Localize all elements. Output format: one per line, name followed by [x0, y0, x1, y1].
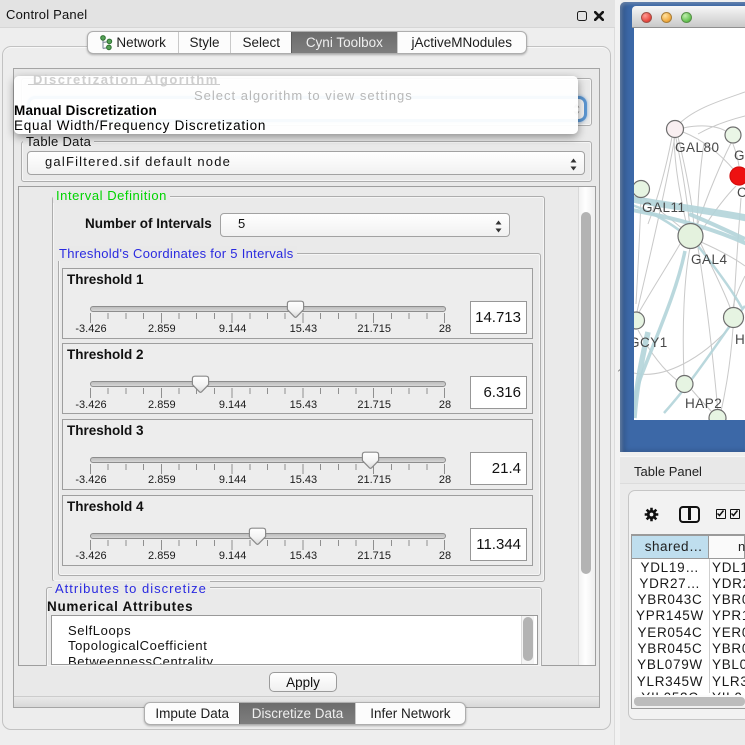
- svg-text:GAL4: GAL4: [691, 252, 728, 267]
- svg-text:H: H: [735, 332, 745, 347]
- svg-text:GAL11: GAL11: [642, 200, 686, 215]
- svg-text:GAL80: GAL80: [675, 140, 720, 155]
- svg-text:HAP2: HAP2: [685, 396, 722, 411]
- svg-text:GA: GA: [734, 148, 745, 163]
- svg-text:C: C: [737, 185, 745, 200]
- svg-text:GCY1: GCY1: [634, 335, 668, 350]
